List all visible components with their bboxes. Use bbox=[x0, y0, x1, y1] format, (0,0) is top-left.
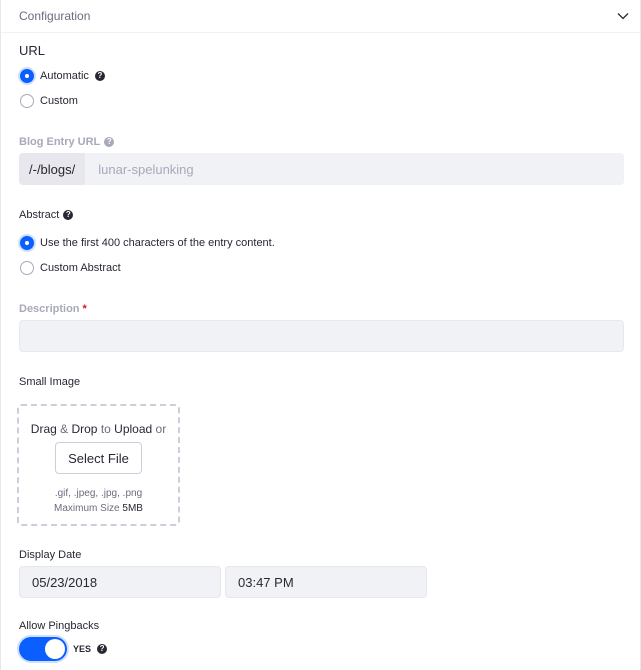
display-date-input[interactable]: 05/23/2018 bbox=[19, 566, 221, 598]
abstract-label-row: Abstract ? bbox=[19, 209, 74, 221]
display-date-label: Display Date bbox=[19, 549, 82, 561]
panel-header[interactable]: Configuration bbox=[1, 0, 641, 33]
dropzone-instructions: Drag & Drop to Upload or bbox=[30, 422, 167, 436]
description-input[interactable] bbox=[19, 320, 624, 352]
allowed-formats: .gif, .jpeg, .jpg, .png bbox=[54, 488, 143, 499]
configuration-panel: Configuration URL Automatic ? Custom Blo… bbox=[0, 0, 641, 670]
toggle-knob bbox=[45, 639, 65, 659]
blog-entry-url-label-row: Blog Entry URL ? bbox=[19, 136, 115, 148]
help-icon[interactable]: ? bbox=[97, 644, 108, 654]
abstract-label: Abstract bbox=[19, 209, 60, 221]
description-label: Description bbox=[19, 303, 80, 315]
blog-entry-url-input-group: /-/blogs/ bbox=[19, 153, 624, 185]
first-400-label: Use the first 400 characters of the entr… bbox=[40, 237, 275, 249]
custom-radio[interactable] bbox=[20, 94, 34, 108]
help-icon[interactable]: ? bbox=[94, 71, 105, 81]
display-time-input[interactable]: 03:47 PM bbox=[225, 566, 427, 598]
custom-label: Custom bbox=[40, 95, 78, 107]
first-400-radio[interactable] bbox=[20, 236, 34, 250]
toggle-state-label: YES bbox=[73, 644, 92, 654]
allow-pingbacks-label: Allow Pingbacks bbox=[19, 620, 100, 632]
chevron-down-icon[interactable] bbox=[616, 9, 630, 23]
image-dropzone[interactable]: Drag & Drop to Upload or Select File .gi… bbox=[17, 404, 180, 526]
custom-abstract-label: Custom Abstract bbox=[40, 262, 121, 274]
abstract-option-custom[interactable]: Custom Abstract bbox=[20, 261, 121, 275]
automatic-radio[interactable] bbox=[20, 69, 34, 83]
upload-info: .gif, .jpeg, .jpg, .png Maximum Size 5MB bbox=[54, 486, 143, 516]
blog-entry-url-label: Blog Entry URL bbox=[19, 136, 101, 148]
pingbacks-toggle-row: YES ? bbox=[19, 637, 108, 661]
help-icon[interactable]: ? bbox=[104, 137, 115, 147]
blog-entry-url-input[interactable] bbox=[85, 153, 624, 185]
max-size: Maximum Size 5MB bbox=[54, 503, 143, 514]
required-mark: * bbox=[82, 303, 87, 315]
custom-abstract-radio[interactable] bbox=[20, 261, 34, 275]
help-icon[interactable]: ? bbox=[63, 210, 74, 220]
automatic-label: Automatic bbox=[40, 70, 89, 82]
url-prefix: /-/blogs/ bbox=[19, 153, 86, 185]
description-label-row: Description * bbox=[19, 303, 87, 315]
url-heading: URL bbox=[19, 43, 46, 58]
allow-pingbacks-toggle[interactable] bbox=[19, 637, 67, 661]
panel-title: Configuration bbox=[19, 9, 91, 23]
select-file-button[interactable]: Select File bbox=[55, 442, 142, 474]
small-image-label: Small Image bbox=[19, 376, 81, 388]
url-option-automatic[interactable]: Automatic ? bbox=[20, 69, 105, 83]
abstract-option-first-400[interactable]: Use the first 400 characters of the entr… bbox=[20, 236, 275, 250]
url-option-custom[interactable]: Custom bbox=[20, 94, 78, 108]
